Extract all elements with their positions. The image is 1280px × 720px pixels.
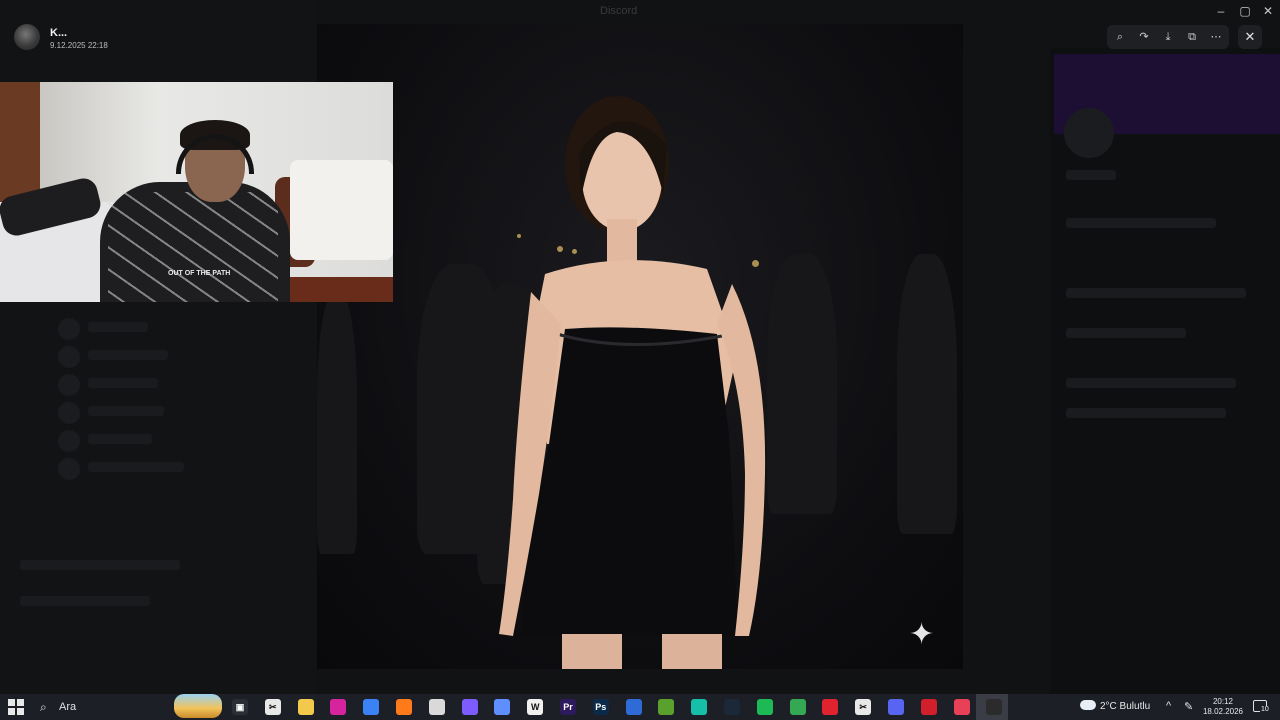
chevron-up-icon[interactable]: ^: [1166, 700, 1171, 712]
taskbar-search[interactable]: ⌕ Ara: [32, 694, 222, 720]
window-titlebar: Discord – ▢ ✕: [0, 0, 1280, 24]
profile-row: [1066, 288, 1246, 298]
opera-icon[interactable]: [822, 699, 839, 715]
chrome-icon[interactable]: [789, 699, 806, 715]
sidebar-row: [88, 378, 158, 388]
white-sofa: [290, 160, 393, 260]
steam-icon[interactable]: [724, 699, 740, 715]
download-icon[interactable]: ⤓: [1160, 29, 1176, 45]
sent-date: 9.12.2025 22:18: [50, 41, 108, 50]
maximize-button[interactable]: ▢: [1233, 2, 1257, 20]
open-external-icon[interactable]: ⧉: [1184, 29, 1200, 45]
window-close-button[interactable]: ✕: [1256, 2, 1280, 20]
pen-icon[interactable]: ✎: [1184, 700, 1193, 713]
profile-panel: [1050, 48, 1280, 694]
clock-date: 18.02.2026: [1202, 707, 1244, 716]
taskbar-clock[interactable]: 20:12 18.02.2026: [1198, 697, 1248, 717]
premiere-icon[interactable]: Pr: [560, 699, 576, 715]
sidebar-row: [88, 322, 148, 332]
user-avatar: [58, 318, 80, 340]
sidebar-row: [88, 406, 164, 416]
close-viewer-button[interactable]: ✕: [1238, 25, 1262, 49]
weather-widget[interactable]: 2°C Bulutlu: [1080, 700, 1150, 712]
search-label: Ara: [59, 701, 77, 713]
windows-start-icon[interactable]: [8, 699, 24, 715]
sender-avatar: [14, 24, 40, 50]
valorant-icon[interactable]: [953, 699, 970, 715]
viewed-image[interactable]: ✦: [317, 24, 963, 669]
minecraft-icon[interactable]: [658, 699, 675, 715]
spotify-icon[interactable]: [756, 699, 773, 715]
task-view-icon[interactable]: ▣: [232, 699, 248, 715]
profile-avatar: [1064, 108, 1114, 158]
sidebar-row: [88, 350, 168, 360]
woman-in-black-dress: [499, 96, 766, 669]
capcut-secondary-icon[interactable]: ✂: [855, 699, 872, 715]
user-avatar: [58, 374, 80, 396]
weather-text: 2°C Bulutlu: [1100, 701, 1151, 712]
notion-icon[interactable]: W: [527, 699, 544, 715]
user-avatar: [58, 458, 80, 480]
voice-status-row: [20, 596, 150, 606]
file-explorer-icon[interactable]: [297, 699, 314, 715]
obs-icon[interactable]: [986, 699, 1003, 715]
search-icon: ⌕: [40, 700, 47, 714]
chatgpt-icon[interactable]: [428, 699, 445, 715]
cloud-icon: [1080, 700, 1096, 710]
profile-row: [1066, 170, 1116, 180]
generic-app-icon[interactable]: [625, 699, 642, 715]
ai-sparkle-watermark: ✦: [909, 618, 935, 651]
window-title: Discord: [600, 5, 638, 17]
sender-name: K...: [50, 27, 68, 39]
image-viewer-toolbar: ⌕ ↷ ⤓ ⧉ ⋯: [1107, 25, 1229, 49]
clock-time: 20:12: [1212, 697, 1234, 706]
minimize-button[interactable]: –: [1209, 2, 1233, 20]
profile-row: [1066, 328, 1186, 338]
capcut-icon[interactable]: ✂: [264, 699, 281, 715]
sidebar-row: [88, 462, 184, 472]
profile-row: [1066, 408, 1226, 418]
instagram-icon[interactable]: [330, 699, 347, 715]
search-highlight-image: [174, 694, 222, 718]
webcam-overlay: OUT OF THE PATH: [0, 82, 393, 302]
sidebar-row: [88, 434, 152, 444]
arc-icon[interactable]: [494, 699, 511, 715]
notification-count: 10: [1260, 706, 1270, 713]
hoodie-print: OUT OF THE PATH: [168, 270, 231, 277]
user-avatar: [58, 346, 80, 368]
voice-status-row: [20, 560, 180, 570]
profile-row: [1066, 218, 1216, 228]
user-avatar: [58, 402, 80, 424]
forward-icon[interactable]: ↷: [1136, 29, 1152, 45]
user-avatar: [58, 430, 80, 452]
more-icon[interactable]: ⋯: [1208, 29, 1224, 45]
hoodie-pattern: [108, 192, 278, 302]
editor-icon[interactable]: [363, 699, 380, 715]
profile-row: [1066, 378, 1236, 388]
discord-icon[interactable]: [888, 699, 904, 715]
windows-taskbar: ⌕ Ara ▣ ✂ W Pr Ps ✂ 2°C Bulutlu ^ ✎ 20:12 18.…: [0, 694, 1280, 720]
proton-icon[interactable]: [461, 699, 478, 715]
photoshop-icon[interactable]: Ps: [592, 699, 609, 715]
zoom-icon[interactable]: ⌕: [1112, 29, 1128, 45]
firefox-icon[interactable]: [396, 699, 412, 715]
red-app-icon[interactable]: [920, 699, 937, 715]
cursor-icon[interactable]: [691, 699, 708, 715]
